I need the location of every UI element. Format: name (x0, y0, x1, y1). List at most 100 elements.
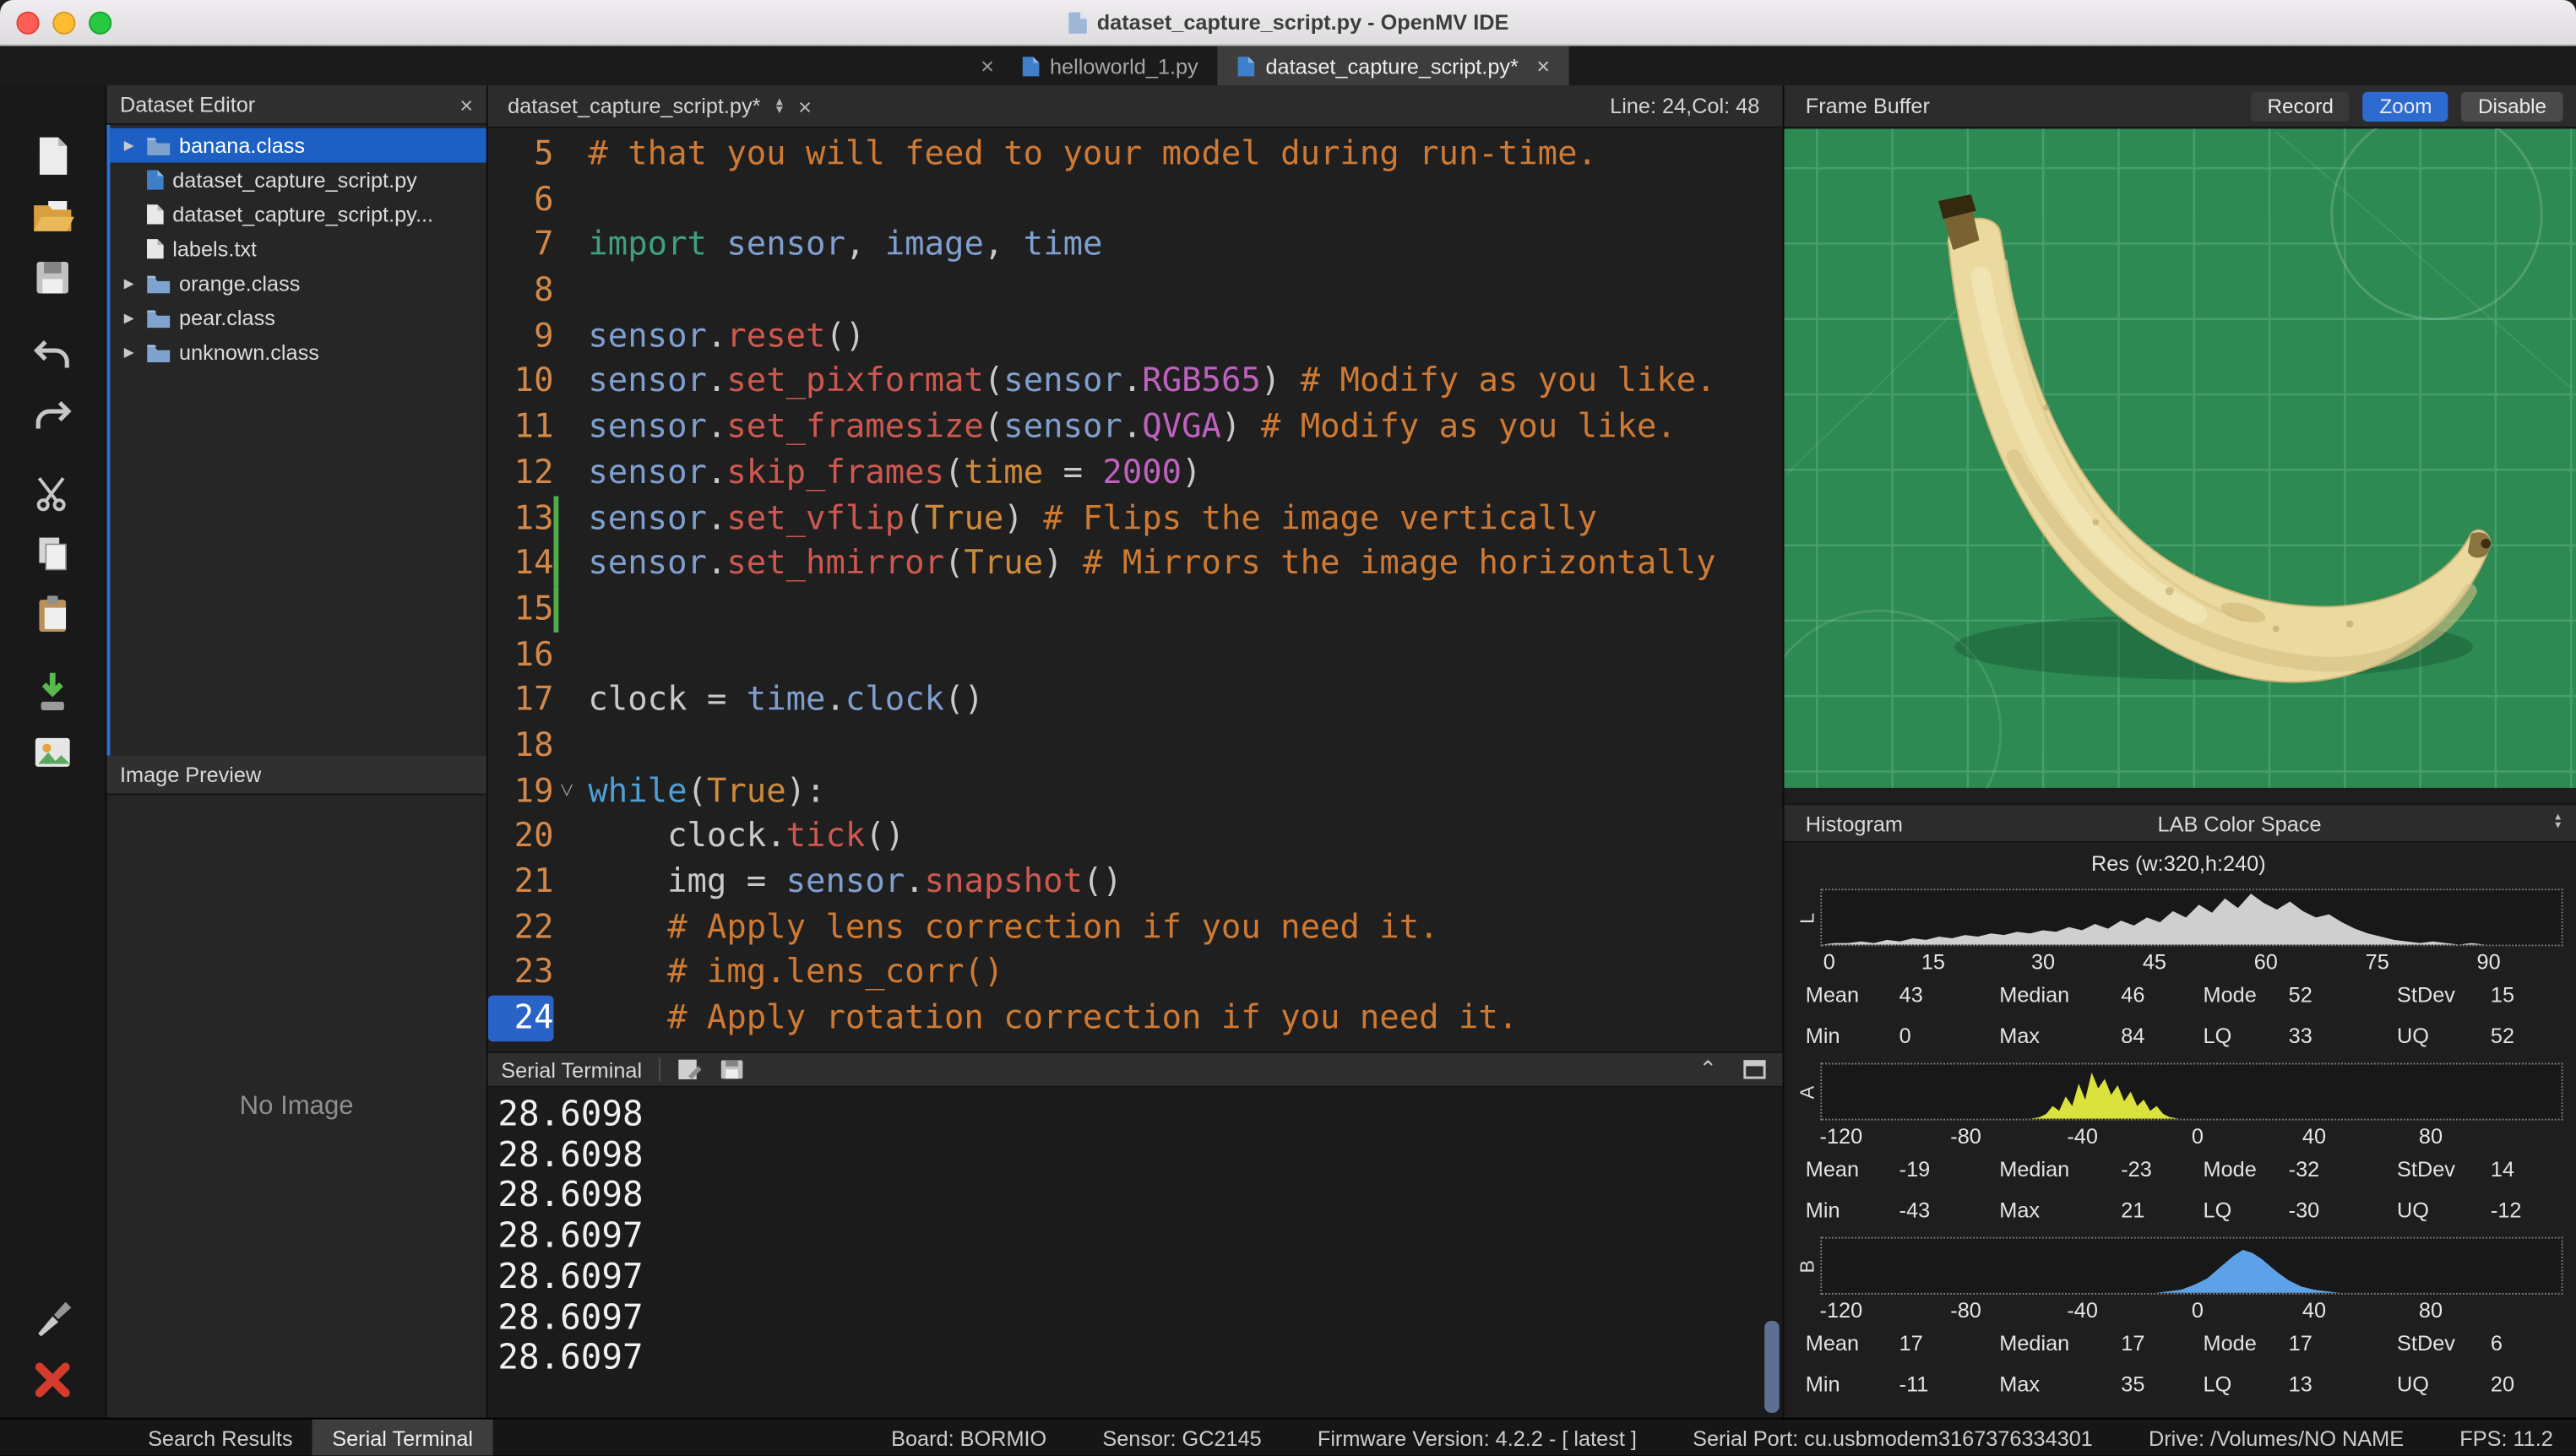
minimize-window-button[interactable] (52, 12, 75, 35)
line-number: 18 (488, 723, 554, 769)
dataset-editor-header: Dataset Editor × (106, 85, 486, 125)
record-button[interactable]: Record (2251, 91, 2350, 121)
axis-tick-label: -120 (1820, 1298, 1863, 1323)
code-line-23[interactable]: 23 # img.lens_corr() (488, 950, 1783, 996)
line-number: 8 (488, 268, 554, 313)
terminal-output[interactable]: 28.609828.609828.609828.609728.609728.60… (488, 1088, 1783, 1420)
code-line-12[interactable]: 12sensor.skip_frames(time = 2000) (488, 450, 1783, 496)
tab-close-icon[interactable]: × (1536, 52, 1550, 79)
stat-value: -11 (1899, 1364, 2000, 1405)
code-line-10[interactable]: 10sensor.set_pixformat(sensor.RGB565) # … (488, 359, 1783, 405)
statusbar-tab-search-results[interactable]: Search Results (128, 1420, 312, 1456)
code-line-13[interactable]: 13sensor.set_vflip(True) # Flips the ima… (488, 495, 1783, 541)
close-window-button[interactable] (16, 12, 39, 35)
disclosure-triangle-icon[interactable]: ▶ (120, 138, 138, 153)
code-line-16[interactable]: 16 (488, 632, 1783, 677)
status-info-fps: FPS: 11.2 (2459, 1425, 2553, 1449)
terminal-save-icon[interactable] (720, 1058, 744, 1081)
tree-item-dataset-capture-script-py[interactable]: dataset_capture_script.py (110, 163, 486, 198)
code-line-19[interactable]: 19˅while(True): (488, 769, 1783, 814)
cursor-position: Line: 24,Col: 48 (1610, 94, 1759, 118)
code-line-15[interactable]: 15 (488, 586, 1783, 632)
disclosure-triangle-icon[interactable]: ▶ (120, 311, 138, 326)
document-dropdown-icon[interactable]: ▲▼ (774, 98, 785, 114)
status-info-board: Board: BORMIO (891, 1425, 1046, 1449)
stat-label: StDev (2397, 975, 2491, 1016)
terminal-scrollbar[interactable] (1764, 1321, 1780, 1413)
histogram-axis: -120-80-4004080 (1820, 1121, 2562, 1149)
stat-value: 17 (2289, 1323, 2397, 1364)
stat-value: 17 (1899, 1323, 2000, 1364)
fold-gutter (554, 222, 580, 268)
stop-disconnect-button[interactable] (19, 1349, 85, 1410)
tree-item-labels-txt[interactable]: labels.txt (110, 231, 486, 266)
paste-button[interactable] (19, 584, 85, 644)
tree-item-unknown-class[interactable]: ▶unknown.class (110, 335, 486, 370)
editor-tabs: helloworld_1.pydataset_capture_script.py… (1003, 46, 1570, 85)
clean-flash-button[interactable] (19, 1288, 85, 1349)
color-space-dropdown[interactable]: LAB Color Space ▲▼ (1903, 805, 2576, 841)
close-document-icon[interactable]: × (798, 93, 812, 119)
fullscreen-window-button[interactable] (89, 12, 111, 35)
code-line-8[interactable]: 8 (488, 268, 1783, 313)
tree-item-dataset-capture-script-py-[interactable]: dataset_capture_script.py... (110, 197, 486, 231)
disclosure-triangle-icon[interactable]: ▶ (120, 276, 138, 291)
tab-dataset-capture-script-py-[interactable]: dataset_capture_script.py*× (1218, 46, 1570, 85)
histogram-plot (1820, 1237, 2562, 1295)
histogram-channel-b: B-120-80-4004080Mean17Median17Mode17StDe… (1794, 1237, 2562, 1404)
code-line-18[interactable]: 18 (488, 723, 1783, 769)
stat-value: 21 (2121, 1189, 2203, 1231)
undo-button[interactable] (19, 323, 85, 384)
open-terminal-window-icon[interactable] (1743, 1060, 1766, 1079)
folder-icon (146, 343, 171, 362)
close-icon[interactable]: × (973, 52, 1003, 79)
stat-value: 20 (2491, 1364, 2563, 1405)
axis-tick-label: -40 (2067, 1298, 2098, 1323)
copy-button[interactable] (19, 523, 85, 584)
code-line-9[interactable]: 9sensor.reset() (488, 313, 1783, 359)
stat-value: 52 (2491, 1015, 2563, 1057)
line-number: 10 (488, 359, 554, 405)
zoom-button[interactable]: Zoom (2363, 91, 2448, 121)
cut-button[interactable] (19, 462, 85, 523)
histogram-body: Res (w:320,h:240) L0153045607590Mean43Me… (1784, 843, 2576, 1420)
color-space-value: LAB Color Space (2158, 811, 2322, 835)
tree-item-orange-class[interactable]: ▶orange.class (110, 266, 486, 301)
code-line-6[interactable]: 6 (488, 177, 1783, 222)
code-line-5[interactable]: 5# that you will feed to your model duri… (488, 132, 1783, 177)
python-file-icon (1237, 55, 1255, 76)
code-line-14[interactable]: 14sensor.set_hmirror(True) # Mirrors the… (488, 541, 1783, 586)
redo-button[interactable] (19, 384, 85, 445)
tab-helloworld-1-py[interactable]: helloworld_1.py (1003, 46, 1218, 85)
connect-board-button[interactable] (19, 660, 85, 721)
terminal-line: 28.6098 (497, 1135, 1782, 1176)
code-line-21[interactable]: 21 img = sensor.snapshot() (488, 859, 1783, 905)
tree-item-banana-class[interactable]: ▶banana.class (110, 128, 486, 163)
stat-label: Mode (2204, 1149, 2289, 1190)
code-line-17[interactable]: 17clock = time.clock() (488, 677, 1783, 723)
image-preview-area: No Image (106, 795, 486, 1419)
code-line-11[interactable]: 11sensor.set_framesize(sensor.QVGA) # Mo… (488, 405, 1783, 450)
collapse-terminal-icon[interactable]: ⌃ (1699, 1057, 1717, 1083)
disable-button[interactable]: Disable (2462, 91, 2563, 121)
stat-label: UQ (2397, 1189, 2491, 1231)
statusbar-info: Board: BORMIOSensor: GC2145Firmware Vers… (891, 1425, 2576, 1449)
code-line-24[interactable]: 24 # Apply rotation correction if you ne… (488, 996, 1783, 1041)
code-line-7[interactable]: 7import sensor, image, time (488, 222, 1783, 268)
tree-item-pear-class[interactable]: ▶pear.class (110, 301, 486, 335)
snapshot-image-button[interactable] (19, 721, 85, 782)
code-line-22[interactable]: 22 # Apply lens correction if you need i… (488, 905, 1783, 950)
new-file-button[interactable] (19, 125, 85, 186)
open-file-button[interactable] (19, 186, 85, 247)
statusbar-tab-serial-terminal[interactable]: Serial Terminal (312, 1420, 492, 1456)
disclosure-triangle-icon[interactable]: ▶ (120, 345, 138, 360)
fold-arrow-icon[interactable]: ˅ (554, 769, 580, 814)
line-number: 19 (488, 769, 554, 814)
close-dataset-editor-icon[interactable]: × (459, 91, 473, 117)
fold-gutter (554, 996, 580, 1041)
save-file-button[interactable] (19, 247, 85, 307)
code-editor[interactable]: 5# that you will feed to your model duri… (488, 128, 1783, 1051)
folder-icon (146, 135, 171, 155)
code-line-20[interactable]: 20 clock.tick() (488, 813, 1783, 859)
terminal-log-icon[interactable] (677, 1058, 703, 1081)
